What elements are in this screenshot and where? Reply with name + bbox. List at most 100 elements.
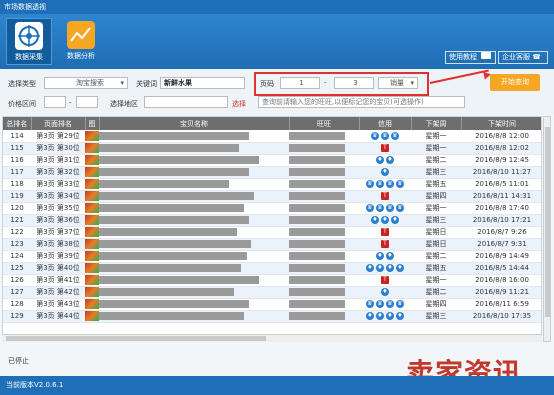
delist-time-cell: 2016/8/8 12:02 — [461, 142, 541, 155]
redacted-text — [289, 276, 345, 284]
credit-cell: ♦ ♦ ♦ — [359, 214, 411, 227]
seller-cell — [289, 286, 359, 299]
table-row[interactable]: 118 第3页 第33位 ♛ ♛ ♛ ♛ 星期五 2016/8/5 11:01 — [3, 178, 541, 191]
tool-label: 数据采集 — [15, 53, 43, 61]
product-image — [85, 179, 99, 189]
weekday-cell: 星期一 — [411, 142, 461, 155]
price-min-input[interactable] — [44, 96, 66, 108]
table-row[interactable]: 114 第3页 第29位 ♛ ♛ ♛ 星期一 2016/8/8 12:00 — [3, 130, 541, 143]
weekday-cell: 星期三 — [411, 310, 461, 323]
diamond-icon: ♦ — [386, 312, 394, 320]
table-row[interactable]: 115 第3页 第30位 T 星期一 2016/8/8 12:02 — [3, 142, 541, 155]
price-max-input[interactable] — [76, 96, 98, 108]
table-row[interactable]: 120 第3页 第35位 ♛ ♛ ♛ ♛ 星期一 2016/8/8 17:40 — [3, 202, 541, 215]
table-row[interactable]: 122 第3页 第37位 T 星期日 2016/8/7 9:26 — [3, 226, 541, 239]
page-rank-cell: 第3页 第40位 — [31, 262, 85, 275]
vertical-scrollbar[interactable] — [543, 116, 551, 342]
seller-cell — [289, 238, 359, 251]
keyword-input[interactable]: 新鲜水果 — [160, 77, 245, 89]
item-name-cell — [99, 166, 289, 179]
delist-time-cell: 2016/8/8 16:00 — [461, 274, 541, 287]
item-thumbnail — [85, 310, 99, 323]
tool-data-analysis[interactable]: 数据分析 — [58, 18, 104, 65]
support-button[interactable]: 企业客服 ☎ — [498, 51, 548, 64]
tool-data-collect[interactable]: 数据采集 — [6, 18, 52, 65]
region-input[interactable] — [144, 96, 228, 108]
rank-cell: 120 — [3, 202, 31, 215]
weekday-cell: 星期一 — [411, 274, 461, 287]
item-name-cell — [99, 190, 289, 203]
table-row[interactable]: 125 第3页 第40位 ♦ ♦ ♦ ♦ 星期五 2016/8/5 14:44 — [3, 262, 541, 275]
diamond-icon: ♦ — [391, 216, 399, 224]
table-row[interactable]: 119 第3页 第34位 T 星期四 2016/8/11 14:31 — [3, 190, 541, 203]
col-header[interactable]: 旺旺 — [289, 117, 360, 130]
col-header[interactable]: 信用 — [359, 117, 412, 130]
page-rank-cell: 第3页 第29位 — [31, 130, 85, 143]
page-rank-cell: 第3页 第31位 — [31, 154, 85, 167]
weekday-cell: 星期日 — [411, 238, 461, 251]
crown-icon: ♛ — [381, 131, 389, 140]
table-row[interactable]: 116 第3页 第31位 ♦ ♦ 星期二 2016/8/9 12:45 — [3, 154, 541, 167]
diamond-icon: ♦ — [376, 252, 384, 260]
col-header[interactable]: 总排名 — [3, 117, 32, 130]
item-name-cell — [99, 202, 289, 215]
region-label: 选择地区 — [110, 100, 138, 108]
seller-cell — [289, 214, 359, 227]
diamond-icon: ♦ — [366, 312, 374, 320]
window-title: 市场数据透视 — [0, 0, 554, 14]
item-thumbnail — [85, 286, 99, 299]
delist-time-cell: 2016/8/8 12:00 — [461, 130, 541, 143]
delist-time-cell: 2016/8/7 9:31 — [461, 238, 541, 251]
col-header[interactable]: 下架周 — [411, 117, 462, 130]
scroll-thumb[interactable] — [545, 127, 550, 317]
credit-cell: ♦ — [359, 286, 411, 299]
scroll-thumb[interactable] — [6, 336, 266, 341]
start-query-button[interactable]: 开始查询 — [490, 74, 540, 91]
seller-cell — [289, 298, 359, 311]
tutorial-button[interactable]: 使用教程 — [445, 51, 496, 64]
col-header[interactable]: 下架时间 — [461, 117, 541, 130]
credit-cell: ♛ ♛ ♛ — [359, 130, 411, 143]
col-header[interactable]: 图 — [85, 117, 100, 130]
redacted-text — [289, 180, 345, 188]
page-rank-cell: 第3页 第34位 — [31, 190, 85, 203]
region-select-link[interactable]: 选择 — [232, 99, 246, 109]
crown-icon: ♛ — [376, 300, 384, 308]
shop-name-input[interactable]: 查询前请输入您的旺旺,以便标记您的宝贝(可选操作) — [258, 96, 465, 108]
table-row[interactable]: 128 第3页 第43位 ♛ ♛ ♛ ♛ 星期四 2016/8/11 6:59 — [3, 298, 541, 311]
col-header[interactable]: 页面排名 — [31, 117, 86, 130]
table-row[interactable]: 117 第3页 第32位 ♦ 星期三 2016/8/10 11:27 — [3, 166, 541, 179]
select-type-dropdown[interactable]: 淘宝搜索 ▾ — [44, 77, 128, 89]
item-name-cell — [99, 178, 289, 191]
rank-cell: 117 — [3, 166, 31, 179]
item-thumbnail — [85, 166, 99, 179]
redacted-text — [289, 252, 345, 260]
table-row[interactable]: 121 第3页 第36位 ♦ ♦ ♦ 星期三 2016/8/10 17:21 — [3, 214, 541, 227]
redacted-text — [99, 144, 239, 152]
crown-icon: ♛ — [391, 131, 399, 140]
table-row[interactable]: 127 第3页 第42位 ♦ 星期二 2016/8/9 11:21 — [3, 286, 541, 299]
product-image — [85, 215, 99, 225]
credit-cell: T — [359, 274, 411, 287]
table-row[interactable]: 126 第3页 第41位 T 星期一 2016/8/8 16:00 — [3, 274, 541, 287]
keyword-label: 关键词 — [136, 80, 157, 88]
rank-cell: 114 — [3, 130, 31, 143]
diamond-icon: ♦ — [386, 252, 394, 260]
delist-time-cell: 2016/8/8 17:40 — [461, 202, 541, 215]
rank-cell: 122 — [3, 226, 31, 239]
table-row[interactable]: 123 第3页 第38位 T 星期日 2016/8/7 9:31 — [3, 238, 541, 251]
delist-time-cell: 2016/8/10 11:27 — [461, 166, 541, 179]
page-rank-cell: 第3页 第41位 — [31, 274, 85, 287]
table-row[interactable]: 124 第3页 第39位 ♦ ♦ 星期二 2016/8/9 14:49 — [3, 250, 541, 263]
weekday-cell: 星期二 — [411, 154, 461, 167]
col-header[interactable]: 宝贝名称 — [99, 117, 290, 130]
table-row[interactable]: 129 第3页 第44位 ♦ ♦ ♦ ♦ 星期三 2016/8/10 17:35 — [3, 310, 541, 323]
tmall-icon: T — [381, 144, 389, 152]
table-header: 总排名 页面排名 图 宝贝名称 旺旺 信用 下架周 下架时间 — [3, 117, 541, 130]
page-rank-cell: 第3页 第33位 — [31, 178, 85, 191]
seller-cell — [289, 262, 359, 275]
horizontal-scrollbar[interactable] — [2, 334, 542, 342]
delist-time-cell: 2016/8/9 14:49 — [461, 250, 541, 263]
credit-cell: ♦ — [359, 166, 411, 179]
product-image — [85, 191, 99, 201]
